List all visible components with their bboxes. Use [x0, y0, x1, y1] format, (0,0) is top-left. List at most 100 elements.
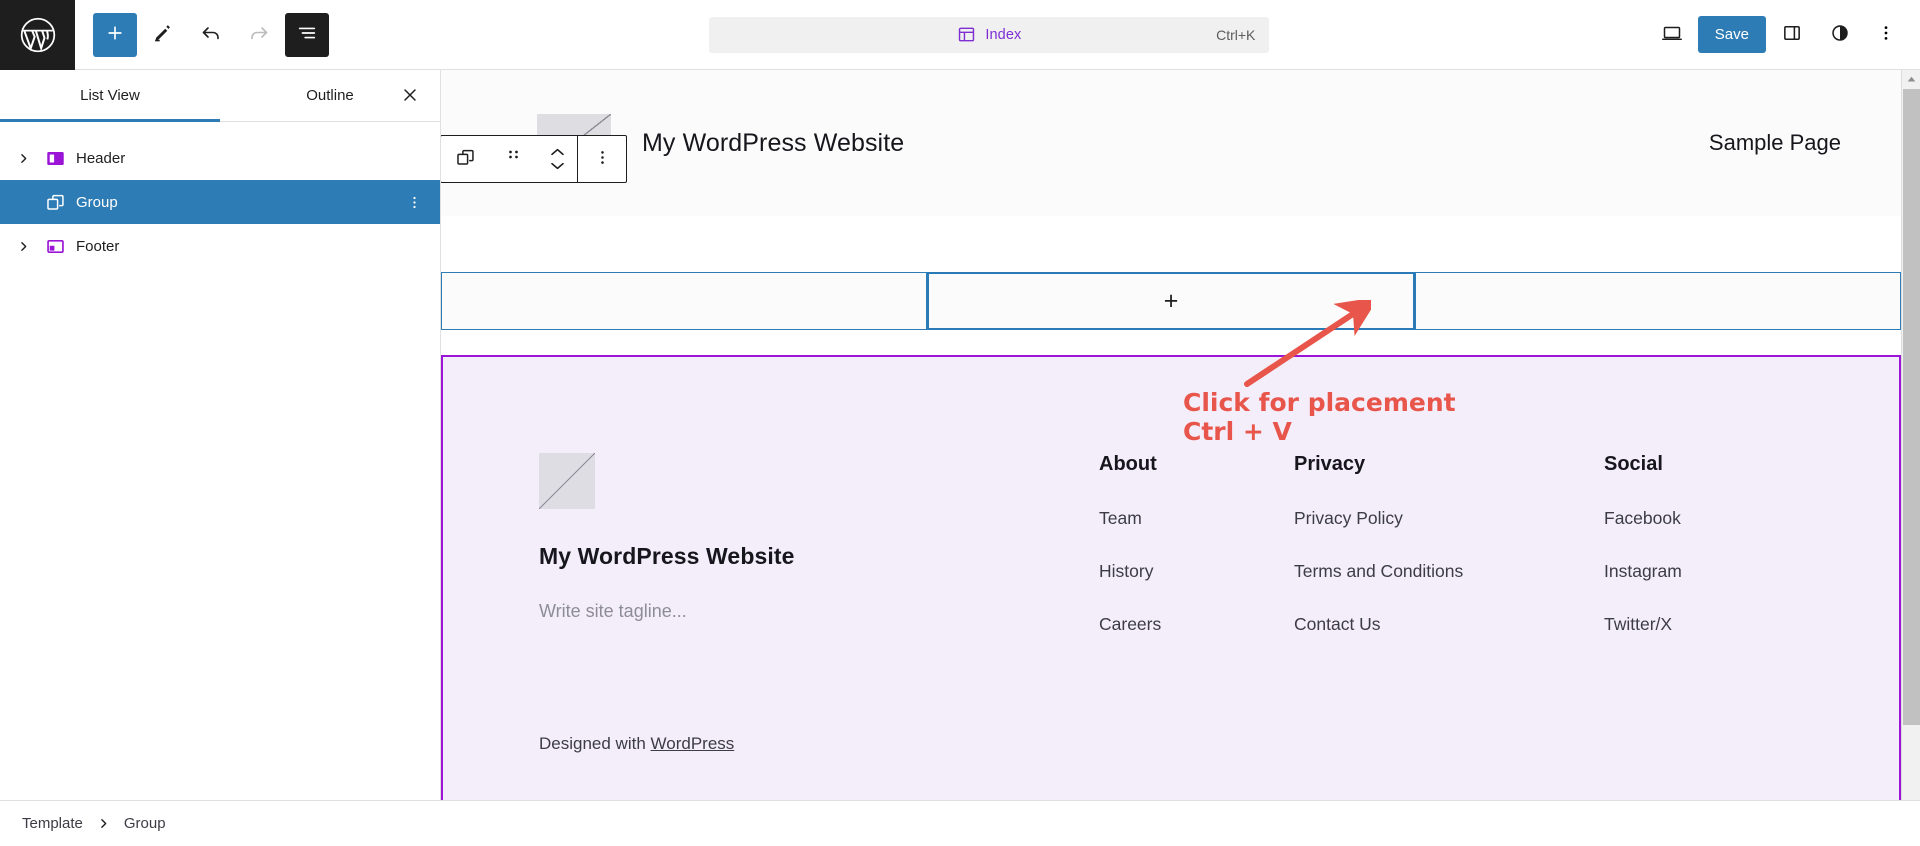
- wordpress-logo-button[interactable]: [0, 0, 75, 70]
- list-view-sidebar: List View Outline Header Group Footer: [0, 70, 441, 800]
- command-bar-shortcut: Ctrl+K: [1216, 26, 1256, 43]
- footer-column-about: About Team History Careers: [1099, 453, 1294, 754]
- save-button[interactable]: Save: [1697, 16, 1766, 53]
- sidebar-item-group[interactable]: Group: [0, 180, 440, 224]
- block-inserter-button[interactable]: [93, 12, 137, 57]
- command-bar-wrap: Index Ctrl+K: [329, 16, 1650, 53]
- sidebar-settings-icon: [1781, 22, 1803, 47]
- footer-block-icon: [38, 236, 72, 257]
- tab-list-view[interactable]: List View: [0, 70, 220, 122]
- footer-tagline-input[interactable]: Write site tagline...: [539, 601, 1099, 622]
- sidebar-item-header[interactable]: Header: [0, 136, 440, 180]
- undo-arrow-icon: [199, 21, 223, 48]
- redo-arrow-icon: [247, 21, 271, 48]
- canvas-inner: My WordPress Website Sample Page + My Wo…: [441, 70, 1901, 800]
- footer-column-privacy: Privacy Privacy Policy Terms and Conditi…: [1294, 453, 1604, 754]
- block-toolbar: [440, 135, 627, 183]
- column-right[interactable]: [1415, 272, 1901, 330]
- group-block-icon: [455, 147, 476, 171]
- close-x-icon: [400, 85, 420, 108]
- group-block-icon: [38, 192, 72, 213]
- sidebar-item-footer[interactable]: Footer: [0, 224, 440, 268]
- wordpress-logo-icon: [19, 16, 57, 54]
- column-left[interactable]: [441, 272, 927, 330]
- footer-link[interactable]: Twitter/X: [1604, 614, 1803, 635]
- chevron-right-icon[interactable]: [8, 240, 38, 253]
- desktop-preview-button[interactable]: [1650, 13, 1694, 57]
- wordpress-site-editor: Index Ctrl+K Save List View Outline Head…: [0, 0, 1920, 846]
- breadcrumb-template[interactable]: Template: [22, 815, 83, 832]
- tools-edit-button[interactable]: [141, 13, 185, 57]
- footer-link[interactable]: Privacy Policy: [1294, 508, 1604, 529]
- footer-credit-prefix: Designed with: [539, 734, 651, 753]
- footer-link[interactable]: Facebook: [1604, 508, 1803, 529]
- move-up-button[interactable]: [548, 145, 567, 159]
- footer-column-heading: About: [1099, 453, 1157, 475]
- styles-contrast-icon: [1829, 22, 1851, 47]
- drag-handle-icon: [506, 148, 521, 171]
- editor-body: List View Outline Header Group Footer My…: [0, 70, 1920, 800]
- template-index-icon: [957, 25, 976, 44]
- block-list: Header Group Footer: [0, 122, 440, 268]
- editor-status-bar: Template Group: [0, 800, 1920, 846]
- desktop-preview-icon: [1660, 21, 1684, 48]
- list-view-button[interactable]: [285, 12, 329, 57]
- command-bar-label: Index: [985, 26, 1022, 43]
- command-palette-button[interactable]: Index Ctrl+K: [709, 16, 1270, 53]
- site-logo-placeholder[interactable]: [539, 453, 595, 509]
- footer-link[interactable]: Contact Us: [1294, 614, 1604, 635]
- top-bar-right-tools: Save: [1650, 13, 1920, 57]
- pencil-icon: [152, 22, 174, 47]
- undo-button[interactable]: [189, 13, 233, 57]
- site-header-block[interactable]: My WordPress Website Sample Page: [441, 70, 1901, 216]
- settings-sidebar-button[interactable]: [1770, 13, 1814, 57]
- scrollbar-thumb[interactable]: [1903, 89, 1920, 725]
- column-center[interactable]: +: [927, 272, 1415, 330]
- vertical-ellipsis-icon: [1876, 23, 1896, 46]
- wordpress-link[interactable]: WordPress: [651, 734, 735, 753]
- editor-canvas: My WordPress Website Sample Page + My Wo…: [441, 70, 1920, 800]
- footer-column-heading: Privacy: [1294, 453, 1366, 475]
- footer-link[interactable]: Careers: [1099, 614, 1294, 635]
- columns-block: +: [441, 272, 1901, 330]
- footer-brand-column: My WordPress Website Write site tagline.…: [539, 453, 1099, 754]
- sidebar-tabs: List View Outline: [0, 70, 440, 122]
- footer-link[interactable]: Team: [1099, 508, 1294, 529]
- footer-block[interactable]: My WordPress Website Write site tagline.…: [441, 355, 1901, 800]
- block-options-button[interactable]: [402, 194, 426, 211]
- sidebar-item-label: Group: [76, 193, 118, 211]
- block-type-button[interactable]: [441, 136, 489, 182]
- footer-link[interactable]: History: [1099, 561, 1294, 582]
- footer-link[interactable]: Instagram: [1604, 561, 1803, 582]
- scroll-up-arrow-icon[interactable]: [1902, 70, 1920, 89]
- editor-options-button[interactable]: [1866, 13, 1906, 57]
- nav-link-sample-page[interactable]: Sample Page: [1709, 130, 1841, 156]
- list-view-icon: [296, 22, 318, 47]
- canvas-scrollbar[interactable]: [1901, 70, 1920, 800]
- footer-link-columns: About Team History Careers Privacy Priva…: [1099, 453, 1803, 754]
- chevron-right-icon[interactable]: [8, 152, 38, 165]
- footer-column-social: Social Facebook Instagram Twitter/X: [1604, 453, 1803, 754]
- styles-button[interactable]: [1818, 13, 1862, 57]
- drag-handle[interactable]: [489, 136, 537, 182]
- block-appender-plus-icon[interactable]: +: [1164, 288, 1179, 314]
- sidebar-item-label: Header: [76, 149, 126, 167]
- close-sidebar-button[interactable]: [380, 70, 440, 122]
- editor-top-bar: Index Ctrl+K Save: [0, 0, 1920, 70]
- block-options-button[interactable]: [578, 136, 626, 182]
- footer-credit: Designed with WordPress: [539, 734, 1099, 754]
- move-down-button[interactable]: [548, 159, 567, 173]
- block-movers: [537, 136, 577, 182]
- footer-column-heading: Social: [1604, 453, 1663, 475]
- sidebar-item-label: Footer: [76, 237, 120, 255]
- breadcrumb-group[interactable]: Group: [124, 815, 166, 832]
- footer-site-name: My WordPress Website: [539, 543, 795, 569]
- command-bar-center: Index: [709, 25, 1269, 44]
- site-title: My WordPress Website: [642, 128, 905, 157]
- footer-link[interactable]: Terms and Conditions: [1294, 561, 1604, 582]
- plus-icon: [104, 22, 126, 47]
- footer-inner: My WordPress Website Write site tagline.…: [443, 357, 1899, 754]
- chevron-right-icon: [97, 817, 110, 830]
- header-block-icon: [38, 148, 72, 169]
- redo-button[interactable]: [237, 13, 281, 57]
